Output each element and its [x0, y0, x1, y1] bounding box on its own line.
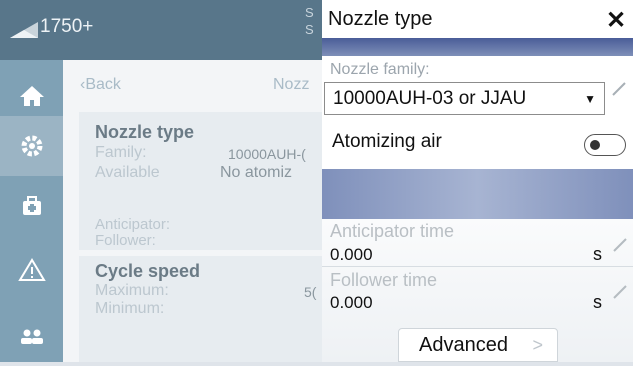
- follower-label: Follower:: [95, 232, 156, 249]
- anticipator-time-input[interactable]: 0.000: [330, 245, 373, 265]
- maximum-label: Maximum:: [95, 282, 169, 299]
- family-label: Family:: [95, 144, 147, 161]
- follower-unit: s: [593, 292, 602, 312]
- caret-down-icon: ▼: [584, 91, 596, 106]
- available-value: No atomiz: [220, 164, 293, 181]
- toolbox-icon: [22, 196, 41, 215]
- users-icon: [20, 329, 43, 344]
- pencil-icon[interactable]: [610, 80, 628, 98]
- anticipator-unit: s: [593, 244, 602, 264]
- nav-alerts-button[interactable]: [0, 240, 63, 300]
- nav-settings-button[interactable]: [0, 116, 63, 176]
- follower-time-input[interactable]: 0.000: [330, 293, 373, 313]
- gear-icon: [21, 135, 42, 157]
- minimum-label: Minimum:: [95, 300, 165, 317]
- model-label: 1750+: [40, 16, 94, 37]
- pencil-icon[interactable]: [611, 283, 629, 301]
- dialog-title: Nozzle type: [328, 8, 433, 30]
- nozzle-family-select[interactable]: 10000AUH-03 or JJAU ▼: [324, 82, 605, 115]
- maximum-value: 5(: [304, 284, 317, 300]
- cycle-card-title: Cycle speed: [95, 261, 201, 281]
- available-label: Available: [95, 164, 160, 181]
- anticipator-label: Anticipator:: [95, 216, 171, 233]
- dialog-divider-bar: [322, 38, 633, 56]
- nozzle-card-title: Nozzle type: [95, 122, 195, 142]
- nav-users-button[interactable]: [0, 306, 63, 366]
- back-link[interactable]: ‹Back: [80, 76, 121, 94]
- atomizing-air-toggle[interactable]: [584, 134, 626, 156]
- nozzle-family-label: Nozzle family:: [330, 61, 430, 78]
- dialog-section-bar: [322, 169, 633, 219]
- brand-logo-icon: [10, 22, 38, 38]
- warning-icon: [17, 258, 46, 281]
- chevron-right-icon: >: [532, 334, 543, 355]
- nozzle-family-value: 10000AUH-03 or JJAU: [333, 87, 527, 109]
- follower-time-label: Follower time: [330, 270, 438, 290]
- advanced-button[interactable]: Advanced >: [398, 328, 558, 362]
- nav-service-button[interactable]: [0, 176, 63, 236]
- divider: [322, 266, 633, 267]
- family-value: 10000AUH-(: [228, 146, 306, 162]
- page-title: Nozz: [273, 76, 310, 93]
- pencil-icon[interactable]: [611, 236, 629, 254]
- status-indicator: S S: [305, 5, 314, 37]
- back-label: Back: [85, 76, 121, 93]
- anticipator-time-label: Anticipator time: [330, 221, 455, 241]
- advanced-label: Advanced: [419, 333, 508, 356]
- toggle-knob: [590, 140, 600, 150]
- home-icon: [19, 86, 44, 106]
- close-icon[interactable]: ✕: [606, 6, 626, 35]
- atomizing-air-label: Atomizing air: [332, 131, 442, 152]
